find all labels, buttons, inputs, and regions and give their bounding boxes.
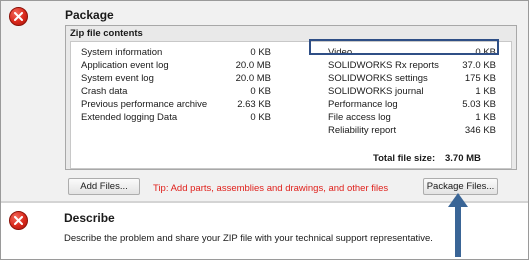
item-label: File access log bbox=[328, 112, 391, 123]
item-label: SOLIDWORKS Rx reports bbox=[328, 60, 439, 71]
zip-contents-list: System information 0 KB Application even… bbox=[70, 41, 512, 169]
list-item: Crash data 0 KB bbox=[81, 85, 271, 98]
total-value: 3.70 MB bbox=[445, 153, 481, 164]
list-item: Previous performance archive 2.63 KB bbox=[81, 98, 271, 111]
list-item: SOLIDWORKS settings 175 KB bbox=[328, 72, 496, 85]
item-label: SOLIDWORKS journal bbox=[328, 86, 424, 97]
package-section: Package Zip file contents System informa… bbox=[1, 1, 528, 201]
video-highlight-box bbox=[309, 39, 499, 55]
item-size: 37.0 KB bbox=[462, 60, 496, 71]
item-label: System event log bbox=[81, 73, 154, 84]
describe-heading: Describe bbox=[64, 211, 115, 225]
item-size: 0 KB bbox=[250, 47, 271, 58]
list-item: SOLIDWORKS journal 1 KB bbox=[328, 85, 496, 98]
describe-text: Describe the problem and share your ZIP … bbox=[64, 233, 433, 244]
list-item: Reliability report 346 KB bbox=[328, 124, 496, 137]
up-arrow-icon bbox=[448, 193, 468, 257]
item-size: 0 KB bbox=[250, 112, 271, 123]
item-label: Extended logging Data bbox=[81, 112, 178, 123]
item-size: 20.0 MB bbox=[235, 73, 271, 84]
package-heading: Package bbox=[65, 8, 114, 22]
zip-contents-title: Zip file contents bbox=[70, 28, 143, 39]
item-size: 175 KB bbox=[464, 73, 496, 84]
item-size: 2.63 KB bbox=[237, 99, 271, 110]
item-label: Crash data bbox=[81, 86, 128, 97]
item-size: 1 KB bbox=[475, 112, 496, 123]
list-item: File access log 1 KB bbox=[328, 111, 496, 124]
item-label: Previous performance archive bbox=[81, 99, 208, 110]
list-item: Application event log 20.0 MB bbox=[81, 59, 271, 72]
item-label: Reliability report bbox=[328, 125, 397, 136]
error-icon bbox=[9, 211, 28, 230]
item-size: 1 KB bbox=[475, 86, 496, 97]
list-item: SOLIDWORKS Rx reports 37.0 KB bbox=[328, 59, 496, 72]
add-files-button[interactable]: Add Files... bbox=[68, 178, 140, 195]
list-item: Extended logging Data 0 KB bbox=[81, 111, 271, 124]
tip-text: Tip: Add parts, assemblies and drawings,… bbox=[153, 183, 389, 194]
list-item: System information 0 KB bbox=[81, 46, 271, 59]
item-label: SOLIDWORKS settings bbox=[328, 73, 428, 84]
item-size: 0 KB bbox=[250, 86, 271, 97]
error-icon bbox=[9, 7, 28, 26]
item-label: Performance log bbox=[328, 99, 398, 110]
item-label: System information bbox=[81, 47, 163, 58]
item-size: 20.0 MB bbox=[235, 60, 271, 71]
list-item: System event log 20.0 MB bbox=[81, 72, 271, 85]
item-size: 5.03 KB bbox=[462, 99, 496, 110]
item-size: 346 KB bbox=[464, 125, 496, 136]
total-file-size: Total file size: 3.70 MB bbox=[373, 153, 481, 164]
total-label: Total file size: bbox=[373, 153, 436, 164]
list-item: Performance log 5.03 KB bbox=[328, 98, 496, 111]
item-label: Application event log bbox=[81, 60, 169, 71]
